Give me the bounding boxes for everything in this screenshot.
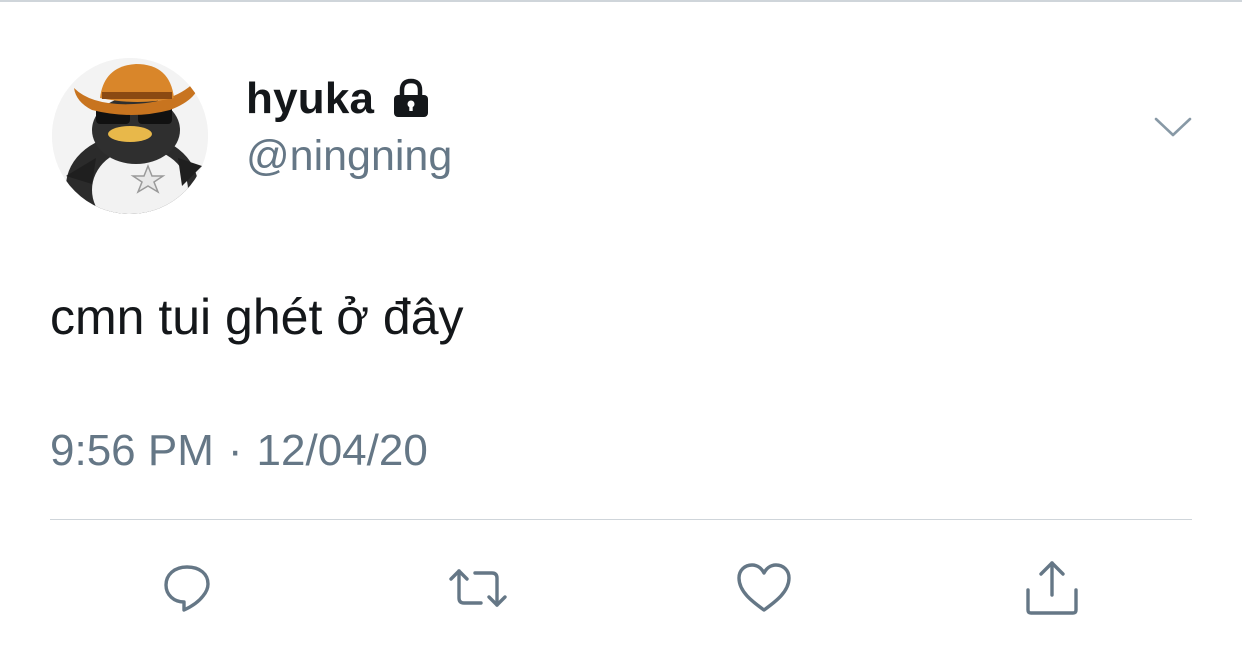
author-handle[interactable]: @ningning xyxy=(246,132,452,181)
share-icon xyxy=(1022,558,1082,623)
lock-icon xyxy=(388,76,434,122)
reply-icon xyxy=(157,558,217,623)
tweet-date: 12/04/20 xyxy=(256,426,428,475)
timestamp-separator: · xyxy=(227,426,243,475)
tweet-text: cmn tui ghét ở đây xyxy=(50,289,464,345)
like-icon xyxy=(733,558,795,623)
author-name-row: hyuka xyxy=(246,70,434,128)
divider xyxy=(50,519,1192,520)
like-button[interactable] xyxy=(732,558,796,622)
penguin-avatar-image xyxy=(52,58,208,214)
avatar[interactable] xyxy=(52,58,208,214)
share-button[interactable] xyxy=(1020,558,1084,622)
chevron-down-icon[interactable] xyxy=(1152,106,1194,148)
display-name[interactable]: hyuka xyxy=(246,74,374,124)
tweet-card: hyuka @ningning cmn tui ghét ở đây 9:56 … xyxy=(0,0,1242,659)
tweet-time: 9:56 PM xyxy=(50,426,214,475)
retweet-icon xyxy=(448,558,508,623)
tweet-timestamp[interactable]: 9:56 PM · 12/04/20 xyxy=(50,426,428,476)
retweet-button[interactable] xyxy=(446,558,510,622)
reply-button[interactable] xyxy=(155,558,219,622)
